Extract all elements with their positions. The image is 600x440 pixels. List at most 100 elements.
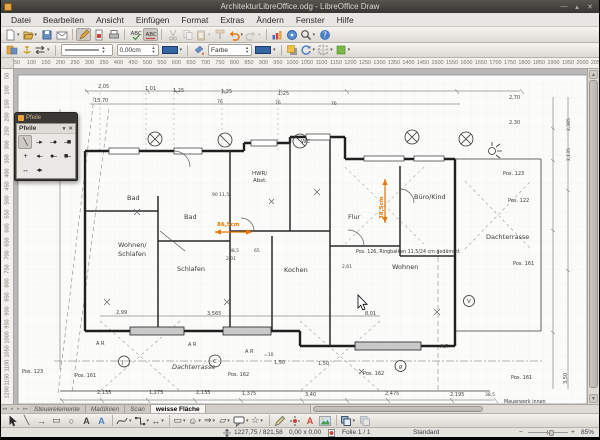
edit-points-tool-icon[interactable] [273,414,288,427]
menu-bearbeiten[interactable]: Bearbeiten [37,14,90,26]
zoom-slider[interactable] [528,432,568,433]
lines-arrows-tool-icon[interactable]: ↔▾ [151,414,166,427]
pfeile-tool-line-with-arrow-circle-icon[interactable]: –● [46,135,60,149]
page-style-indicator[interactable]: Standard [413,429,439,436]
scroll-up-icon[interactable]: ▲ [589,70,598,79]
line-width-input[interactable]: 0,00cm▲▼ [117,44,159,56]
pfeile-close-icon[interactable]: ✕ [68,126,73,132]
zoom-percent-value[interactable]: 85% [581,429,594,436]
textbox-tool-icon[interactable]: A [79,414,94,427]
zoom-in-icon[interactable]: + [571,429,575,436]
arrange-tool-icon[interactable]: ▾ [340,414,358,427]
ellipse-tool-icon[interactable]: ○ [64,414,79,427]
pfeile-tool-line-icon[interactable]: ╲ [18,135,32,149]
open-icon[interactable]: ▾ [22,28,40,41]
title-bar[interactable]: ArchitekturLibreOffice.odg - LibreOffice… [1,0,599,13]
basic-shapes-tool-icon[interactable]: ▭▾ [173,414,188,427]
curve-tool-icon[interactable]: ▾ [116,414,134,427]
zoom-tool-icon[interactable]: ▾ [300,28,318,41]
export-pdf-icon[interactable] [91,28,106,41]
scroll-down-icon[interactable]: ▼ [589,394,598,403]
rectangle-tool-icon[interactable]: ▭ [49,414,64,427]
layer-tab-weisse-fl-che[interactable]: weisse Fläche [151,405,206,413]
pfeile-tool-line-with-arrow-square-icon[interactable]: –■ [60,135,74,149]
new-document-icon[interactable]: ▾ [4,28,22,41]
pfeile-tool-line-with-arrows-icon[interactable]: ◂▸ [32,163,46,177]
undo-icon[interactable]: ▾ [228,28,246,41]
menu-ansicht[interactable]: Ansicht [90,14,130,26]
block-arrows-tool-icon[interactable]: ⇒▾ [203,414,218,427]
horizontal-scrollbar-thumb[interactable] [313,406,483,412]
insert-image-tool-icon[interactable] [318,414,333,427]
edit-file-icon[interactable] [76,28,91,41]
horizontal-ruler[interactable]: 5010015020025030035040045050055060065070… [1,58,599,69]
save-icon[interactable] [39,28,54,41]
rotate-icon[interactable]: ▾ [300,44,318,57]
pfeile-title-bar[interactable]: Pfeile [15,113,77,123]
helplines-icon[interactable]: ▾ [317,44,335,57]
fontwork-tool-icon[interactable]: A [94,414,109,427]
menu-extras[interactable]: Extras [214,14,250,26]
callouts-tool-icon[interactable]: ▾ [233,414,251,427]
navigator-icon[interactable] [285,28,300,41]
layer-tab-steuerelemente[interactable]: Steuerelemente [29,405,86,413]
menu-datei[interactable]: Datei [5,14,37,26]
first-layer-icon[interactable]: ◂◂ [1,405,8,413]
pfeile-dropdown-icon[interactable]: ▾ [63,126,66,132]
symbol-shapes-tool-icon[interactable]: ☺▾ [188,414,203,427]
last-layer-icon[interactable]: ▸▸ [22,405,29,413]
menu-ndern[interactable]: Ändern [250,14,289,26]
styles-icon[interactable] [4,44,19,57]
area-fill-icon[interactable] [191,44,206,57]
menu-hilfe[interactable]: Hilfe [331,14,360,26]
area-style-select[interactable]: Farbe▲▼ [208,44,252,56]
pfeile-tool-line-with-square-arrow-icon[interactable]: ■– [60,149,74,163]
vertical-ruler[interactable]: 5010015020025030035040045050055060065070… [1,69,14,404]
anchor-icon[interactable] [19,44,34,57]
vertical-scrollbar[interactable]: ▲ ▼ [587,69,599,404]
close-button[interactable]: ✕ [586,3,594,11]
stars-tool-icon[interactable]: ☆▾ [251,414,266,427]
fontwork-gallery-tool-icon[interactable]: A [303,414,318,427]
glue-points-tool-icon[interactable] [288,414,303,427]
pfeile-tool-line-with-circle-arrow-icon[interactable]: ●– [46,149,60,163]
pfeile-tool-line-ends-with-arrow-icon[interactable]: –▸ [32,135,46,149]
pfeile-tool-line-45-degrees-icon[interactable]: + [18,149,32,163]
vertical-scrollbar-thumb[interactable] [589,80,598,388]
drawing-canvas[interactable]: BadWohnen/SchlafenBadSchlafenHWR/Abst.WC… [14,69,587,404]
pfeile-tool-line-starts-with-arrow-icon[interactable]: ◂– [32,149,46,163]
prev-layer-icon[interactable]: ◂ [8,405,15,413]
minimize-button[interactable]: — [560,3,568,11]
menu-format[interactable]: Format [175,14,214,26]
arrow-style-icon[interactable]: ▾ [34,44,52,57]
zoom-slider-thumb[interactable] [549,430,554,436]
select-tool-icon[interactable] [4,414,19,427]
pfeile-tool-dimension-line-icon[interactable]: ↔ [18,163,32,177]
layer-tab-scan[interactable]: Scan [125,405,151,413]
spellcheck-icon[interactable]: ABC [128,28,143,41]
effects-icon[interactable]: ▾ [335,44,353,57]
pfeile-palette[interactable]: Pfeile Pfeile ▾ ✕ ╲–▸–●–■+◂–●–■–↔◂▸ [14,112,78,181]
chart-icon[interactable] [270,28,285,41]
unsaved-changes-indicator[interactable] [328,429,335,437]
horizontal-scrollbar[interactable] [310,405,599,413]
slide-indicator[interactable]: Folie 1 / 1 [342,429,371,436]
menu-fenster[interactable]: Fenster [290,14,331,26]
connector-tool-icon[interactable]: ▾ [134,414,152,427]
maximize-button[interactable]: ▴ [573,3,581,11]
line-tool-icon[interactable]: ╲ [19,414,34,427]
layer-tab-ma-linien[interactable]: Maßlinien [86,405,125,413]
next-layer-icon[interactable]: ▸ [15,405,22,413]
line-style-select[interactable]: ▲▼ [61,44,113,56]
print-icon[interactable] [106,28,121,41]
flowchart-tool-icon[interactable]: ▱▾ [218,414,233,427]
menu-einfgen[interactable]: Einfügen [130,14,176,26]
help-icon[interactable]: ? [317,28,332,41]
shadow-icon[interactable] [285,44,300,57]
line-color-picker[interactable]: ▾ [161,44,185,57]
fill-color-picker[interactable]: ▾ [254,44,278,57]
email-icon[interactable] [54,28,69,41]
zoom-out-icon[interactable]: − [519,429,523,436]
auto-spellcheck-icon[interactable]: ABC [143,28,158,41]
arrow-tool-icon[interactable]: → [34,414,49,427]
